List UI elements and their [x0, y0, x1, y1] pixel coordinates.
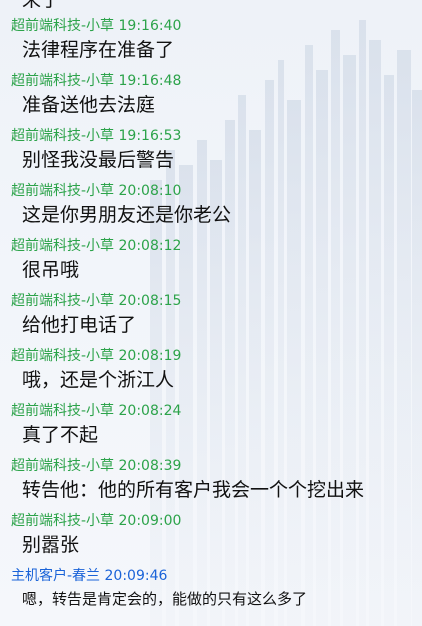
sender-name: 超前端科技-小草: [11, 128, 115, 144]
sender-name: 超前端科技-小草: [11, 73, 115, 89]
sender-name: 超前端科技-小草: [11, 18, 115, 34]
message-text: 准备送他去法庭: [22, 94, 156, 116]
message-text: 哦，还是个浙江人: [22, 369, 175, 391]
message-time: 20:08:15: [118, 293, 182, 309]
message-time: 19:16:40: [118, 18, 182, 34]
chat-log: 来了 超前端科技-小草 19:16:40 法律程序在准备了 超前端科技-小草 19:…: [0, 0, 422, 626]
message-header: 超前端科技-小草 20:08:24: [11, 401, 181, 421]
sender-name: 超前端科技-小草: [11, 513, 115, 529]
message-header: 超前端科技-小草 19:16:53: [11, 126, 181, 146]
sender-name: 超前端科技-小草: [11, 293, 115, 309]
message-text: 很吊哦: [22, 259, 80, 281]
message-time: 20:09:00: [118, 513, 182, 529]
sender-name: 超前端科技-小草: [11, 238, 115, 254]
sender-name: 超前端科技-小草: [11, 458, 115, 474]
message-time: 19:16:48: [118, 73, 182, 89]
message-time: 20:09:46: [104, 568, 168, 584]
message-time: 20:08:39: [118, 458, 182, 474]
message-header: 超前端科技-小草 20:08:19: [11, 346, 181, 366]
message-header: 超前端科技-小草 19:16:40: [11, 16, 181, 36]
message-header: 超前端科技-小草 19:16:48: [11, 71, 181, 91]
message-time: 20:08:10: [118, 183, 182, 199]
message-text: 嗯，转告是肯定会的，能做的只有这么多了: [22, 590, 308, 608]
message-header: 超前端科技-小草 20:09:00: [11, 511, 181, 531]
message-text: 别嚣张: [22, 534, 80, 556]
message-text: 这是你男朋友还是你老公: [22, 204, 232, 226]
message-header: 超前端科技-小草 20:08:10: [11, 181, 181, 201]
message-time: 20:08:12: [118, 238, 182, 254]
sender-name: 主机客户-春兰: [11, 568, 101, 584]
message-time: 20:08:24: [118, 403, 182, 419]
message-text: 法律程序在准备了: [22, 39, 175, 61]
message-text: 给他打电话了: [22, 314, 137, 336]
message-header: 超前端科技-小草 20:08:15: [11, 291, 181, 311]
message-header: 超前端科技-小草 20:08:12: [11, 236, 181, 256]
message-text: 真了不起: [22, 424, 99, 446]
message-text: 转告他：他的所有客户我会一个个挖出来: [22, 479, 365, 501]
message-header: 主机客户-春兰 20:09:46: [11, 566, 167, 586]
message-text: 别怪我没最后警告: [22, 149, 175, 171]
message-time: 20:08:19: [118, 348, 182, 364]
sender-name: 超前端科技-小草: [11, 403, 115, 419]
message-time: 19:16:53: [118, 128, 182, 144]
partial-message-text: 来了: [22, 0, 61, 11]
sender-name: 超前端科技-小草: [11, 348, 115, 364]
sender-name: 超前端科技-小草: [11, 183, 115, 199]
message-header: 超前端科技-小草 20:08:39: [11, 456, 181, 476]
